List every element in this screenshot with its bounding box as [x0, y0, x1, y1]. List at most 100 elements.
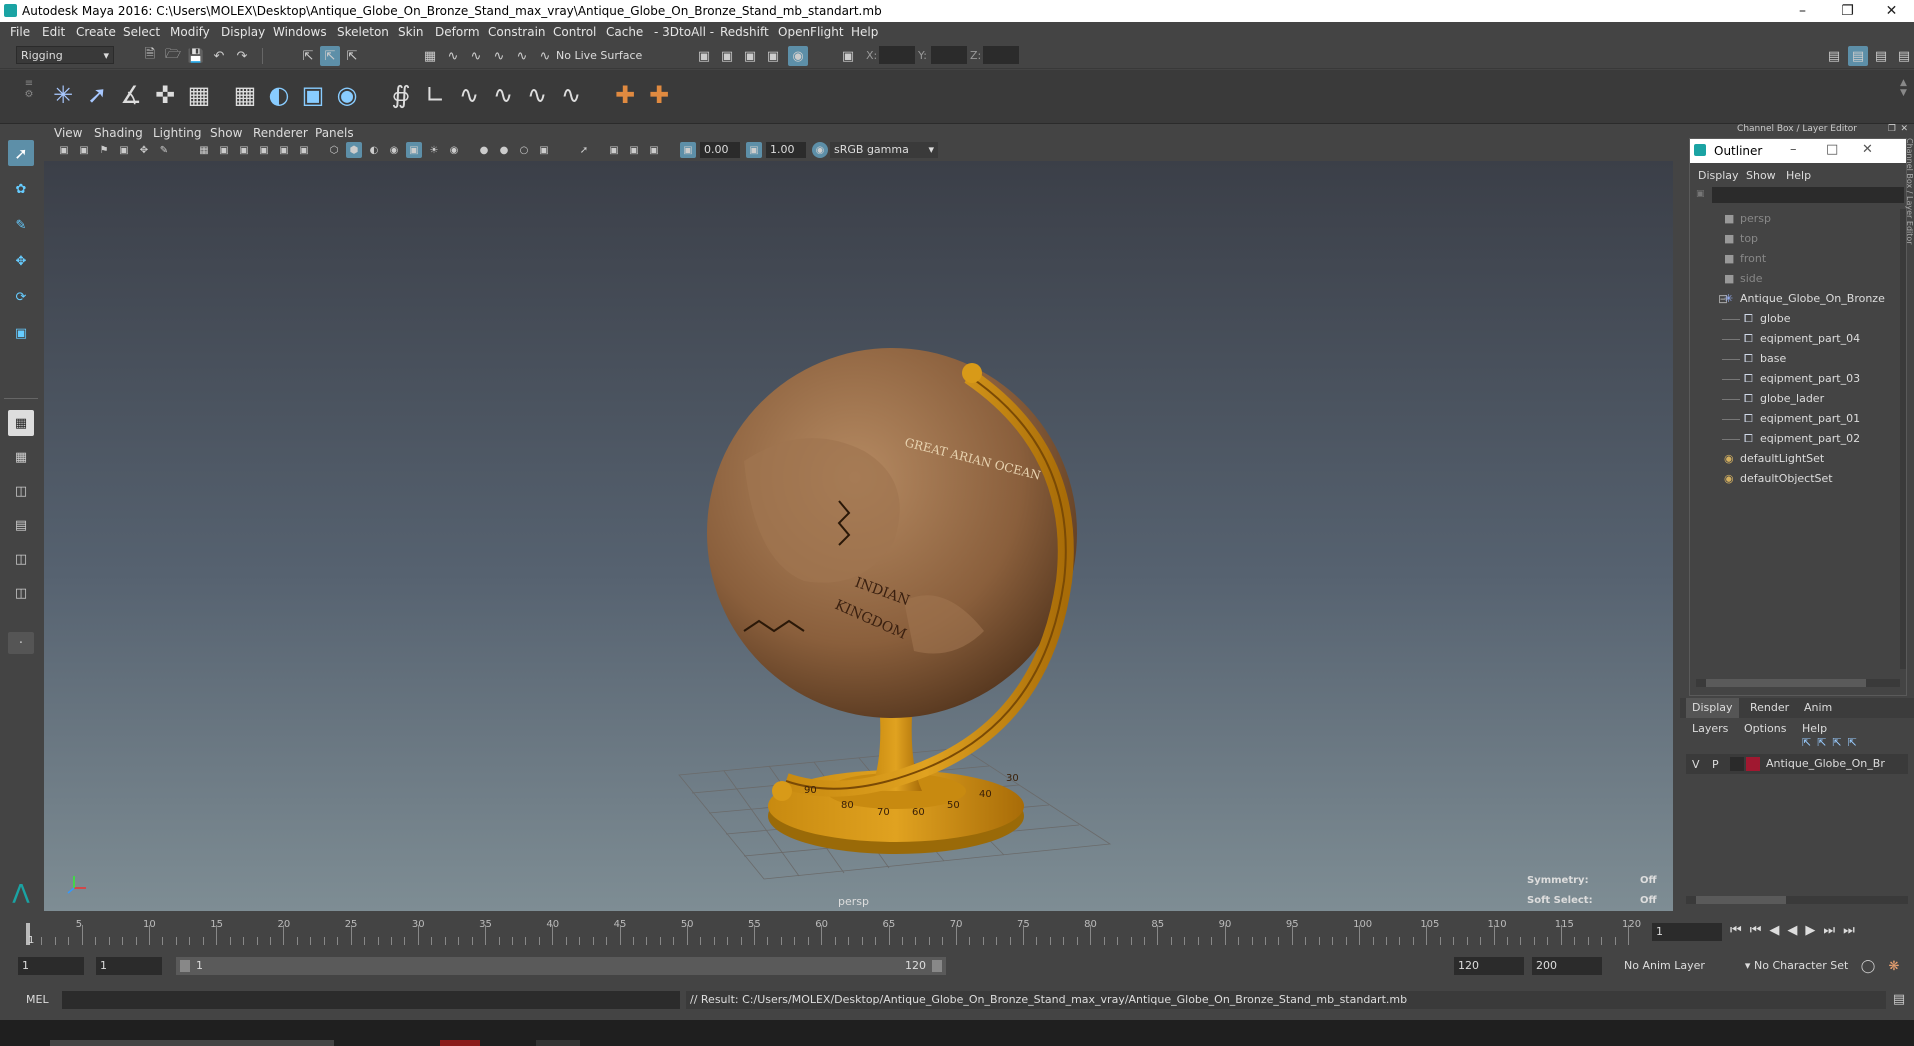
- outliner-item[interactable]: ⧠ globe_lader: [1690, 389, 1900, 409]
- snap-grid-icon[interactable]: ▦: [420, 46, 440, 66]
- minimize-icon[interactable]: –: [1790, 142, 1797, 157]
- hypershade-layout-icon[interactable]: ◫: [8, 580, 34, 606]
- layers-menu-layers[interactable]: Layers: [1692, 722, 1728, 735]
- outliner-item[interactable]: ⧠ eqipment_part_03: [1690, 369, 1900, 389]
- tab-display[interactable]: Display: [1686, 698, 1739, 718]
- bookmark-icon[interactable]: ⚑: [96, 142, 112, 158]
- step-back-key-icon[interactable]: ⏮: [1750, 923, 1770, 938]
- menu-edit[interactable]: Edit: [42, 25, 65, 39]
- outliner-layout-icon[interactable]: ▤: [8, 512, 34, 538]
- end-time-field[interactable]: 200: [1532, 957, 1602, 975]
- point-constraint-icon[interactable]: ✚: [608, 78, 642, 112]
- resolution-gate-icon[interactable]: ▣: [236, 142, 252, 158]
- smooth-weights-icon[interactable]: ∿: [554, 78, 588, 112]
- outliner-item[interactable]: ⧠ eqipment_part_04: [1690, 329, 1900, 349]
- outliner-item[interactable]: ■ front: [1690, 249, 1900, 269]
- scale-tool-icon[interactable]: ▣: [8, 320, 34, 346]
- modeling-toolkit-icon[interactable]: ▤: [1824, 46, 1844, 66]
- play-forward-icon[interactable]: ▶: [1805, 923, 1823, 938]
- range-slider[interactable]: 1 120: [176, 957, 946, 975]
- taskbar-item[interactable]: [536, 1040, 580, 1046]
- film-gate-icon[interactable]: ▣: [216, 142, 232, 158]
- menu-skin[interactable]: Skin: [398, 25, 424, 39]
- vp-menu-lighting[interactable]: Lighting: [153, 126, 202, 140]
- play-back-icon[interactable]: ◀: [1787, 923, 1805, 938]
- color-space-dropdown[interactable]: sRGB gamma ▾: [830, 142, 938, 158]
- select-hierarchy-icon[interactable]: ⇱: [298, 46, 318, 66]
- image-plane-icon[interactable]: ▣: [116, 142, 132, 158]
- safe-action-icon[interactable]: ▣: [296, 142, 312, 158]
- layer-buttons[interactable]: ⇱⇱⇱⇱: [1802, 736, 1908, 752]
- float-icon[interactable]: ❐: [1888, 124, 1896, 134]
- character-set-dropdown[interactable]: No Character Set: [1754, 959, 1848, 972]
- gate-mask-icon[interactable]: ▣: [256, 142, 272, 158]
- paint-weights-icon[interactable]: ∟: [418, 78, 452, 112]
- screen-space-ao-icon[interactable]: ◉: [446, 142, 462, 158]
- vp-menu-panels[interactable]: Panels: [315, 126, 354, 140]
- script-language-label[interactable]: MEL: [26, 993, 49, 1006]
- taskbar-item[interactable]: [440, 1040, 480, 1046]
- menu-modify[interactable]: Modify: [170, 25, 210, 39]
- go-start-icon[interactable]: ⏮: [1730, 923, 1750, 938]
- mirror-weights-icon[interactable]: ∿: [452, 78, 486, 112]
- render-view-icon[interactable]: ▣: [694, 46, 714, 66]
- ik-spline-icon[interactable]: ∡: [114, 78, 148, 112]
- wireframe-on-shaded-icon[interactable]: ◐: [366, 142, 382, 158]
- command-input[interactable]: [62, 991, 680, 1009]
- color-management-icon[interactable]: ◉: [812, 142, 828, 158]
- outliner-hscroll[interactable]: [1696, 679, 1900, 687]
- outliner-menu-help[interactable]: Help: [1786, 169, 1811, 182]
- outliner-item[interactable]: ■ top: [1690, 229, 1900, 249]
- locator-icon[interactable]: ▦: [182, 78, 216, 112]
- save-scene-icon[interactable]: 💾: [186, 46, 206, 66]
- shelf-scroll-icon[interactable]: ▲ ▼: [1900, 78, 1910, 116]
- depth-of-field-icon[interactable]: ○: [516, 142, 532, 158]
- step-back-icon[interactable]: ◀: [1769, 923, 1787, 938]
- layers-menu-options[interactable]: Options: [1744, 722, 1786, 735]
- menu-redshift[interactable]: Redshift: [720, 25, 769, 39]
- joint-tool-icon[interactable]: ✳: [46, 78, 80, 112]
- snap-point-icon[interactable]: ∿: [466, 46, 486, 66]
- move-tool-icon[interactable]: ✥: [8, 248, 34, 274]
- taskbar-item[interactable]: [50, 1040, 334, 1046]
- grid-toggle-icon[interactable]: ▦: [196, 142, 212, 158]
- gamma-icon[interactable]: ▣: [746, 142, 762, 158]
- playback-controls[interactable]: ⏮⏮◀◀▶⏭⏭: [1730, 923, 1863, 938]
- playback-start-field[interactable]: 1: [96, 957, 162, 975]
- outliner-item[interactable]: ◉ defaultObjectSet: [1690, 469, 1900, 489]
- exposure-icon[interactable]: ▣: [680, 142, 696, 158]
- render-current-icon[interactable]: ▣: [717, 46, 737, 66]
- undo-icon[interactable]: ↶: [209, 46, 229, 66]
- current-frame-field[interactable]: 1: [1652, 923, 1722, 941]
- isolate-select-icon[interactable]: ▣: [536, 142, 552, 158]
- use-all-lights-icon[interactable]: ▣: [406, 142, 422, 158]
- layer-hscroll[interactable]: [1686, 896, 1908, 904]
- menu-openflight[interactable]: OpenFlight: [778, 25, 844, 39]
- outliner-item[interactable]: ⧠ globe: [1690, 309, 1900, 329]
- wrap-icon[interactable]: ▣: [296, 78, 330, 112]
- menu-file[interactable]: File: [10, 25, 30, 39]
- outliner-menu-display[interactable]: Display: [1698, 169, 1739, 182]
- layer-visible-toggle[interactable]: V: [1692, 758, 1700, 771]
- four-view-icon[interactable]: ▦: [8, 444, 34, 470]
- gamma-field[interactable]: 1.00: [766, 142, 806, 158]
- layers-menu-help[interactable]: Help: [1802, 722, 1827, 735]
- time-ruler[interactable]: 5 10 15 20 25 30 35 40 45 50 55 60 65 70 75 80 85 90 95 100…: [28, 915, 1641, 949]
- layout-options-icon[interactable]: ·: [8, 632, 34, 654]
- script-editor-icon[interactable]: ▤: [1890, 990, 1908, 1008]
- xray-icon[interactable]: ➚: [576, 142, 592, 158]
- menu-control[interactable]: Control: [553, 25, 596, 39]
- tab-anim[interactable]: Anim: [1798, 698, 1838, 718]
- xray-joints-icon[interactable]: ▣: [606, 142, 622, 158]
- go-end-icon[interactable]: ⏭: [1843, 923, 1863, 938]
- bind-skin-icon[interactable]: ∯: [384, 78, 418, 112]
- cluster-icon[interactable]: ◐: [262, 78, 296, 112]
- blendshape-icon[interactable]: ◉: [330, 78, 364, 112]
- insert-joint-icon[interactable]: ✜: [148, 78, 182, 112]
- outliner-search-input[interactable]: [1712, 187, 1904, 203]
- influence-icon[interactable]: ∿: [520, 78, 554, 112]
- camera-select-icon[interactable]: ▣: [56, 142, 72, 158]
- menu-constrain[interactable]: Constrain: [488, 25, 546, 39]
- menu-display[interactable]: Display: [221, 25, 265, 39]
- snap-surface-icon[interactable]: ∿: [512, 46, 532, 66]
